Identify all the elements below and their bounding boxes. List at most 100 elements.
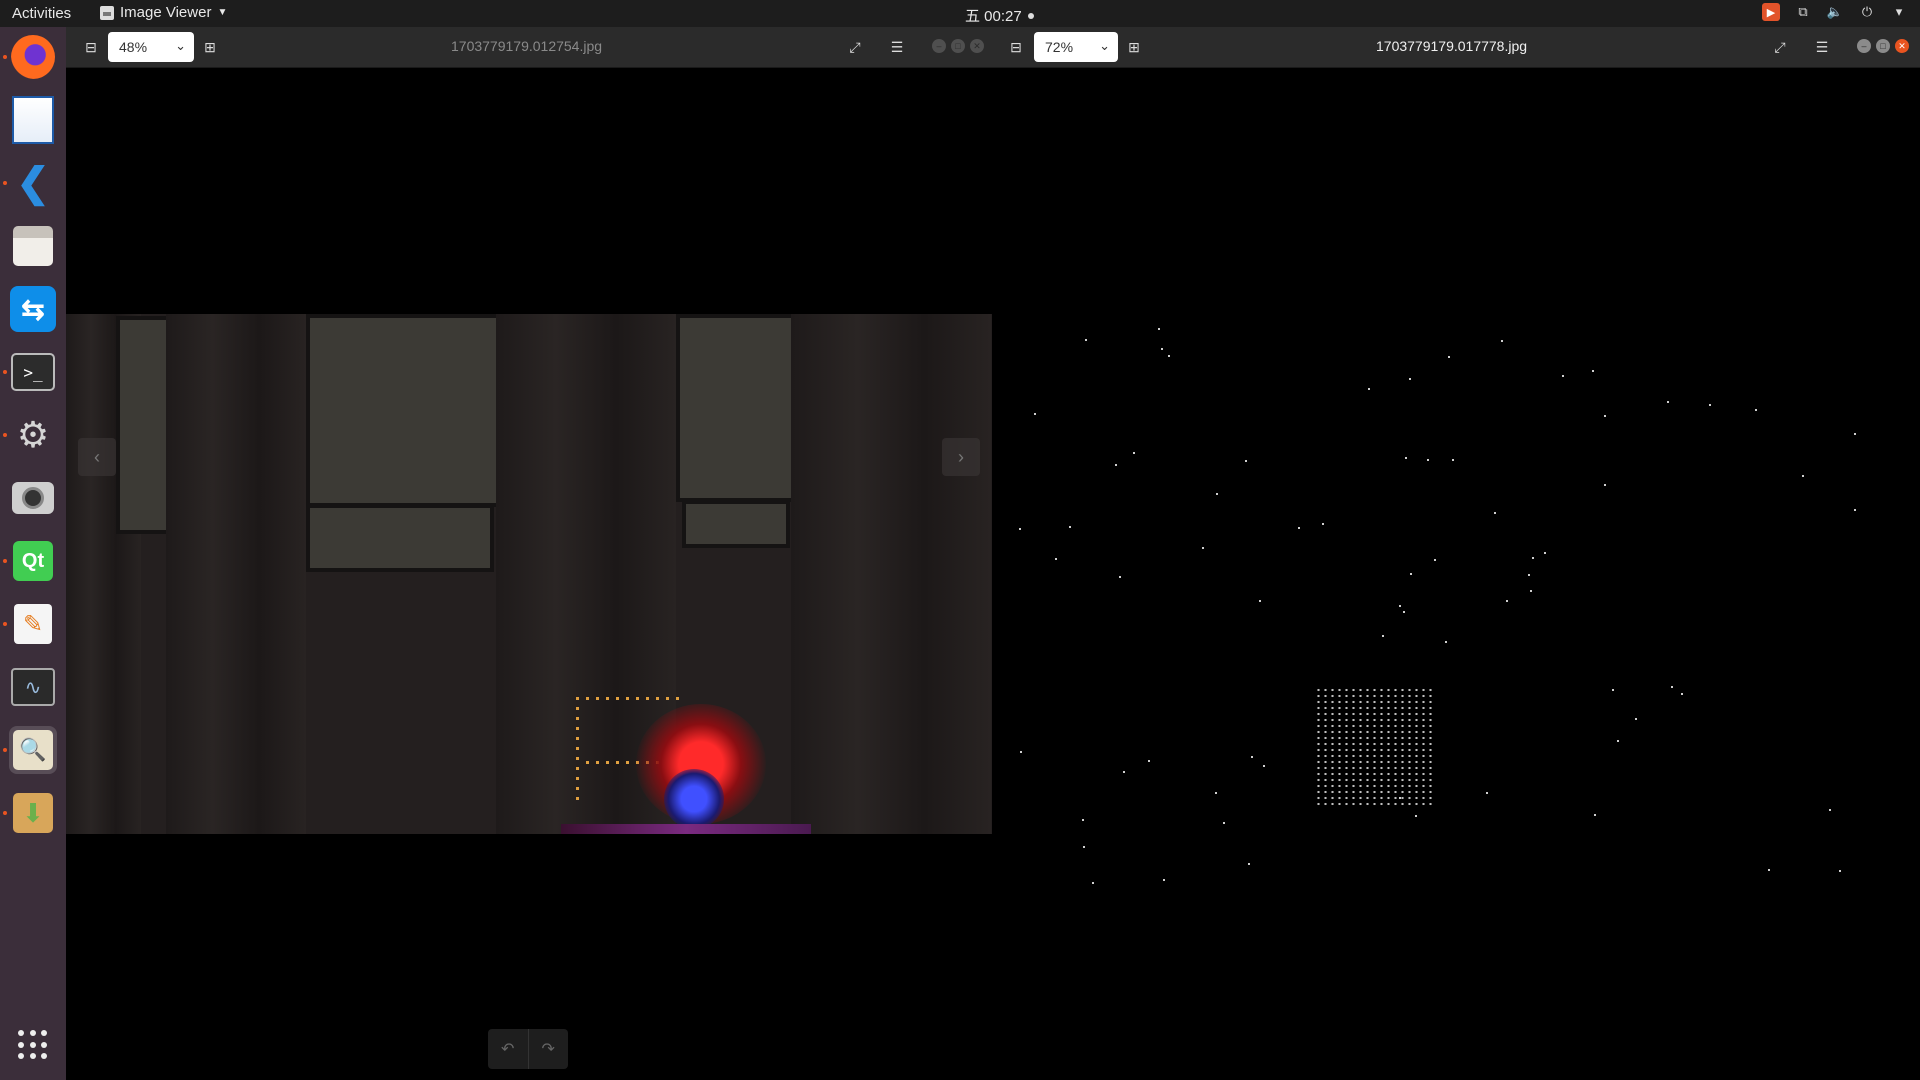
dock-files[interactable] [9,222,57,270]
event-point [1528,574,1530,576]
event-point [1494,512,1496,514]
dock-text-editor[interactable]: ✎ [3,600,57,648]
rotate-left-icon[interactable]: ↶ [488,1029,529,1069]
running-indicator [3,811,7,815]
fullscreen-button[interactable]: ⤢ [1767,34,1793,60]
maximize-button[interactable]: □ [951,39,965,53]
event-point [1245,460,1247,462]
event-point [1405,457,1407,459]
activities-button[interactable]: Activities [12,5,71,22]
minimize-button[interactable]: – [1857,39,1871,53]
running-indicator [3,181,7,185]
event-point [1829,809,1831,811]
power-icon[interactable]: ⏻ [1858,3,1876,21]
rotate-toolbar: ↶ ↷ [488,1029,568,1069]
fullscreen-button[interactable]: ⤢ [842,34,868,60]
hamburger-menu-button[interactable]: ☰ [884,34,910,60]
text-editor-icon: ✎ [14,604,52,644]
dock-writer[interactable] [9,96,57,144]
event-point [1399,605,1401,607]
zoom-value: 72% [1045,39,1074,55]
event-point [1251,756,1253,758]
software-install-icon: ⬇ [13,793,53,833]
dock-image-viewer[interactable]: 🔍 [3,726,57,774]
event-point [1854,433,1856,435]
event-point [1215,792,1217,794]
event-point [1163,879,1165,881]
led-dots [576,697,579,807]
dock-settings[interactable]: ⚙ [3,411,57,459]
notification-dot-icon [1027,12,1034,19]
event-point [1532,557,1534,559]
event-point [1434,559,1436,561]
event-point [1399,797,1401,799]
clock[interactable]: 五 00:27 [965,5,1034,26]
event-point [1168,355,1170,357]
close-button[interactable]: ✕ [1895,39,1909,53]
dock-teamviewer[interactable]: ⇆ [9,285,57,333]
event-point [1594,814,1596,816]
system-tray[interactable]: ▶ ⧉ 🔈 ⏻ ▾ [1762,3,1908,21]
event-point [1617,740,1619,742]
screenshot-tool-icon[interactable]: ▶ [1762,3,1780,21]
network-icon[interactable]: ⧉ [1794,3,1812,21]
window-title: 1703779179.017778.jpg [1376,38,1528,54]
camera-icon [12,482,54,514]
dock-software-install[interactable]: ⬇ [3,789,57,837]
previous-image-button[interactable]: ‹ [78,438,116,476]
dock-camera[interactable] [9,474,57,522]
event-point [1452,459,1454,461]
event-point [1119,576,1121,578]
event-point [1248,863,1250,865]
minimize-button[interactable]: – [932,39,946,53]
menu-caret-icon[interactable]: ▾ [1890,3,1908,21]
dock-terminal[interactable]: >_ [3,348,57,396]
window-pane [676,314,799,502]
maximize-button[interactable]: □ [1876,39,1890,53]
event-point [1562,375,1564,377]
event-point [1415,815,1417,817]
dock-vscode[interactable]: ❮ [3,159,57,207]
event-point [1123,771,1125,773]
zoom-in-button[interactable]: ⊞ [197,34,223,60]
event-point [1298,527,1300,529]
photo-rgb-frame [66,314,992,834]
event-point [1083,846,1085,848]
curtain [166,314,306,834]
zoom-value: 48% [119,39,148,55]
show-applications-button[interactable] [18,1030,48,1060]
dock-firefox[interactable] [3,33,57,81]
event-point [1020,751,1022,753]
rotate-right-icon[interactable]: ↷ [529,1029,569,1069]
event-point [1382,635,1384,637]
close-button[interactable]: ✕ [970,39,984,53]
zoom-in-button[interactable]: ⊞ [1121,34,1147,60]
running-indicator [3,622,7,626]
event-point [1709,404,1711,406]
event-point [1544,552,1546,554]
event-point [1768,869,1770,871]
event-point [1158,328,1160,330]
firefox-icon [11,35,55,79]
dock-qt-creator[interactable]: Qt [3,537,57,585]
zoom-out-button[interactable]: ⊟ [78,34,104,60]
next-image-button[interactable]: › [942,438,980,476]
window-pane [306,504,494,572]
caret-down-icon: ▼ [217,7,228,18]
curtain [791,314,991,834]
app-menu[interactable]: Image Viewer ▼ [100,4,227,21]
event-frame-image [993,67,1920,1080]
event-point [1161,348,1163,350]
event-point [1802,475,1804,477]
hamburger-menu-button[interactable]: ☰ [1809,34,1835,60]
event-point [1133,452,1135,454]
event-point [1486,792,1488,794]
zoom-select[interactable]: 48% ⌄ [108,32,194,62]
event-point [1092,882,1094,884]
running-indicator [3,433,7,437]
event-point [1671,686,1673,688]
zoom-select[interactable]: 72% ⌄ [1034,32,1118,62]
zoom-out-button[interactable]: ⊟ [1003,34,1029,60]
dock-system-monitor[interactable]: ∿ [9,663,57,711]
volume-icon[interactable]: 🔈 [1826,3,1844,21]
